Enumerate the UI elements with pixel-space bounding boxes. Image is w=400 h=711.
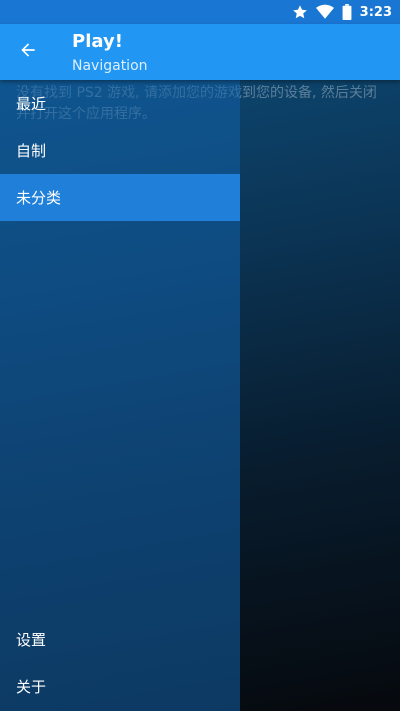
- drawer-item-settings[interactable]: 设置: [0, 616, 240, 663]
- drawer-item-label: 关于: [16, 678, 47, 696]
- arrow-left-icon: [18, 40, 38, 64]
- drawer-item-homebrew[interactable]: 自制: [0, 127, 240, 174]
- drawer-item-about[interactable]: 关于: [0, 663, 240, 710]
- app-screen: 3:23 Play! Navigation 没有找到 PS2 游戏, 请添加您的…: [0, 0, 400, 711]
- drawer-item-label: 未分类: [16, 189, 62, 207]
- drawer-item-label: 设置: [16, 631, 47, 649]
- app-title: Play!: [72, 31, 123, 52]
- navigation-drawer: 最近 自制 未分类 设置 关于: [0, 80, 240, 711]
- drawer-item-label: 自制: [16, 142, 47, 160]
- status-icons: 3:23: [292, 0, 392, 24]
- status-bar: 3:23: [0, 0, 400, 24]
- app-subtitle: Navigation: [72, 58, 148, 74]
- drawer-item-recent[interactable]: 最近: [0, 80, 240, 127]
- back-button[interactable]: [8, 32, 48, 72]
- status-time: 3:23: [359, 4, 392, 20]
- battery-icon: [342, 4, 352, 20]
- drawer-item-label: 最近: [16, 95, 47, 113]
- wifi-icon: [315, 4, 334, 20]
- star-icon: [292, 4, 308, 20]
- app-bar: Play! Navigation: [0, 24, 400, 80]
- drawer-item-uncategorized[interactable]: 未分类: [0, 174, 240, 221]
